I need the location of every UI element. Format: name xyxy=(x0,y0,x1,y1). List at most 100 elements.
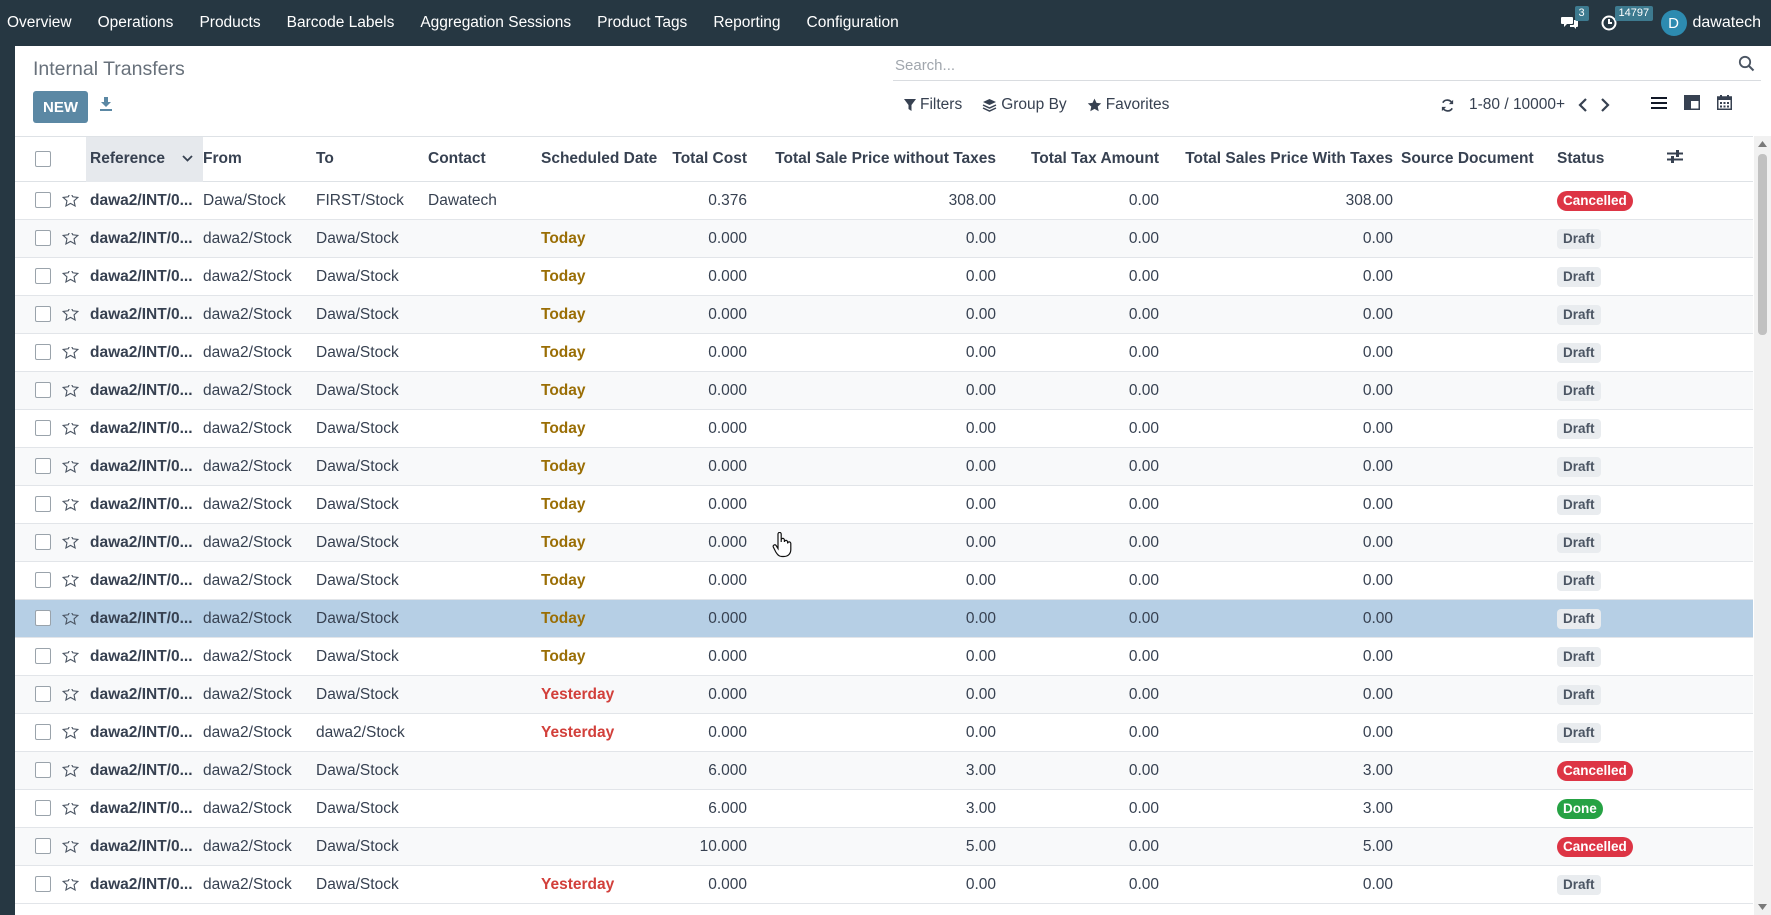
column-header-contact[interactable]: Contact xyxy=(428,150,541,168)
favorites-toggle[interactable]: Favorites xyxy=(1087,96,1169,114)
table-row[interactable]: dawa2/INT/0... dawa2/Stock Dawa/Stock Today… xyxy=(15,448,1753,486)
scrollbar-thumb[interactable] xyxy=(1758,154,1767,335)
favorite-toggle[interactable] xyxy=(62,460,90,473)
group-by-toggle[interactable]: Group By xyxy=(982,96,1067,114)
table-row[interactable]: dawa2/INT/0... dawa2/Stock Dawa/Stock Today… xyxy=(15,220,1753,258)
column-header-total-cost[interactable]: Total Cost xyxy=(646,150,747,168)
cell-reference[interactable]: dawa2/INT/0... xyxy=(90,534,203,552)
column-header-total-tax[interactable]: Total Tax Amount xyxy=(996,150,1159,168)
menu-reporting[interactable]: Reporting xyxy=(700,14,793,32)
favorite-toggle[interactable] xyxy=(62,764,90,777)
favorite-toggle[interactable] xyxy=(62,270,90,283)
favorite-toggle[interactable] xyxy=(62,878,90,891)
row-checkbox[interactable] xyxy=(35,572,51,589)
table-row[interactable]: dawa2/INT/0... dawa2/Stock Dawa/Stock 6.000… xyxy=(15,752,1753,790)
row-checkbox[interactable] xyxy=(35,458,51,475)
column-header-from[interactable]: From xyxy=(203,150,316,168)
search-input[interactable] xyxy=(893,52,1717,78)
row-checkbox[interactable] xyxy=(35,610,51,627)
messages-menu[interactable]: 3 xyxy=(1560,6,1589,31)
cell-reference[interactable]: dawa2/INT/0... xyxy=(90,192,203,210)
row-checkbox[interactable] xyxy=(35,192,51,209)
favorite-toggle[interactable] xyxy=(62,384,90,397)
favorite-toggle[interactable] xyxy=(62,612,90,625)
row-checkbox[interactable] xyxy=(35,306,51,323)
cell-reference[interactable]: dawa2/INT/0... xyxy=(90,838,203,856)
user-menu[interactable]: D dawatech xyxy=(1660,10,1761,36)
cell-reference[interactable]: dawa2/INT/0... xyxy=(90,344,203,362)
row-checkbox[interactable] xyxy=(35,344,51,361)
table-row[interactable]: dawa2/INT/0... dawa2/Stock Dawa/Stock Today… xyxy=(15,638,1753,676)
calendar-view-icon[interactable] xyxy=(1717,95,1732,110)
row-checkbox[interactable] xyxy=(35,648,51,665)
cell-reference[interactable]: dawa2/INT/0... xyxy=(90,686,203,704)
cell-reference[interactable]: dawa2/INT/0... xyxy=(90,496,203,514)
menu-barcode-labels[interactable]: Barcode Labels xyxy=(274,14,408,32)
row-checkbox[interactable] xyxy=(35,838,51,855)
favorite-toggle[interactable] xyxy=(62,346,90,359)
column-header-total-sales-with-taxes[interactable]: Total Sales Price With Taxes xyxy=(1159,150,1393,168)
row-checkbox[interactable] xyxy=(35,686,51,703)
favorite-toggle[interactable] xyxy=(62,802,90,815)
table-row[interactable]: dawa2/INT/0... dawa2/Stock Dawa/Stock Today… xyxy=(15,562,1753,600)
row-checkbox[interactable] xyxy=(35,420,51,437)
row-checkbox[interactable] xyxy=(35,230,51,247)
menu-configuration[interactable]: Configuration xyxy=(794,14,912,32)
column-header-total-sale-price[interactable]: Total Sale Price without Taxes xyxy=(747,150,996,168)
favorite-toggle[interactable] xyxy=(62,650,90,663)
pager-value[interactable]: 1-80 / 10000+ xyxy=(1469,96,1565,114)
table-row[interactable]: dawa2/INT/0... dawa2/Stock Dawa/Stock Yeste… xyxy=(15,676,1753,714)
table-row[interactable]: dawa2/INT/0... dawa2/Stock Dawa/Stock Today… xyxy=(15,410,1753,448)
cell-reference[interactable]: dawa2/INT/0... xyxy=(90,876,203,894)
table-row[interactable]: dawa2/INT/0... dawa2/Stock Dawa/Stock Today… xyxy=(15,486,1753,524)
list-view-icon[interactable] xyxy=(1651,96,1667,110)
column-header-scheduled-date[interactable]: Scheduled Date xyxy=(541,150,657,168)
favorite-toggle[interactable] xyxy=(62,726,90,739)
scroll-down-arrow-icon[interactable] xyxy=(1758,903,1767,911)
column-header-to[interactable]: To xyxy=(316,150,428,168)
table-row[interactable]: dawa2/INT/0... dawa2/Stock Dawa/Stock 6.000… xyxy=(15,790,1753,828)
cell-reference[interactable]: dawa2/INT/0... xyxy=(90,572,203,590)
favorite-toggle[interactable] xyxy=(62,840,90,853)
favorite-toggle[interactable] xyxy=(62,688,90,701)
favorite-toggle[interactable] xyxy=(62,308,90,321)
cell-reference[interactable]: dawa2/INT/0... xyxy=(90,268,203,286)
optional-columns-toggle[interactable] xyxy=(1667,150,1707,168)
row-checkbox[interactable] xyxy=(35,762,51,779)
menu-aggregation-sessions[interactable]: Aggregation Sessions xyxy=(407,14,584,32)
table-row[interactable]: dawa2/INT/0... dawa2/Stock Dawa/Stock Today… xyxy=(15,296,1753,334)
menu-overview[interactable]: Overview xyxy=(0,14,85,32)
cell-reference[interactable]: dawa2/INT/0... xyxy=(90,610,203,628)
cell-reference[interactable]: dawa2/INT/0... xyxy=(90,800,203,818)
row-checkbox[interactable] xyxy=(35,382,51,399)
cell-reference[interactable]: dawa2/INT/0... xyxy=(90,382,203,400)
column-header-source-document[interactable]: Source Document xyxy=(1393,150,1557,168)
cell-reference[interactable]: dawa2/INT/0... xyxy=(90,648,203,666)
scroll-up-arrow-icon[interactable] xyxy=(1758,140,1767,148)
refresh-icon[interactable] xyxy=(1440,98,1455,113)
cell-reference[interactable]: dawa2/INT/0... xyxy=(90,306,203,324)
cell-reference[interactable]: dawa2/INT/0... xyxy=(90,762,203,780)
cell-reference[interactable]: dawa2/INT/0... xyxy=(90,230,203,248)
table-row[interactable]: dawa2/INT/0... dawa2/Stock Dawa/Stock Today… xyxy=(15,334,1753,372)
search-icon[interactable] xyxy=(1738,55,1755,72)
cell-reference[interactable]: dawa2/INT/0... xyxy=(90,724,203,742)
favorite-toggle[interactable] xyxy=(62,574,90,587)
column-header-status[interactable]: Status xyxy=(1557,150,1667,168)
new-button[interactable]: NEW xyxy=(33,91,88,123)
table-row[interactable]: dawa2/INT/0... dawa2/Stock Dawa/Stock Today… xyxy=(15,258,1753,296)
menu-operations[interactable]: Operations xyxy=(85,14,187,32)
filters-toggle[interactable]: Filters xyxy=(904,96,962,114)
table-row[interactable]: dawa2/INT/0... dawa2/Stock Dawa/Stock Today… xyxy=(15,600,1753,638)
favorite-toggle[interactable] xyxy=(62,498,90,511)
favorite-toggle[interactable] xyxy=(62,536,90,549)
table-row[interactable]: dawa2/INT/0... dawa2/Stock Dawa/Stock Yeste… xyxy=(15,866,1753,904)
row-checkbox[interactable] xyxy=(35,534,51,551)
row-checkbox[interactable] xyxy=(35,268,51,285)
row-checkbox[interactable] xyxy=(35,800,51,817)
select-all-checkbox[interactable] xyxy=(35,150,51,167)
menu-products[interactable]: Products xyxy=(186,14,273,32)
row-checkbox[interactable] xyxy=(35,724,51,741)
table-row[interactable]: dawa2/INT/0... dawa2/Stock Dawa/Stock 10.00… xyxy=(15,828,1753,866)
menu-product-tags[interactable]: Product Tags xyxy=(584,14,700,32)
